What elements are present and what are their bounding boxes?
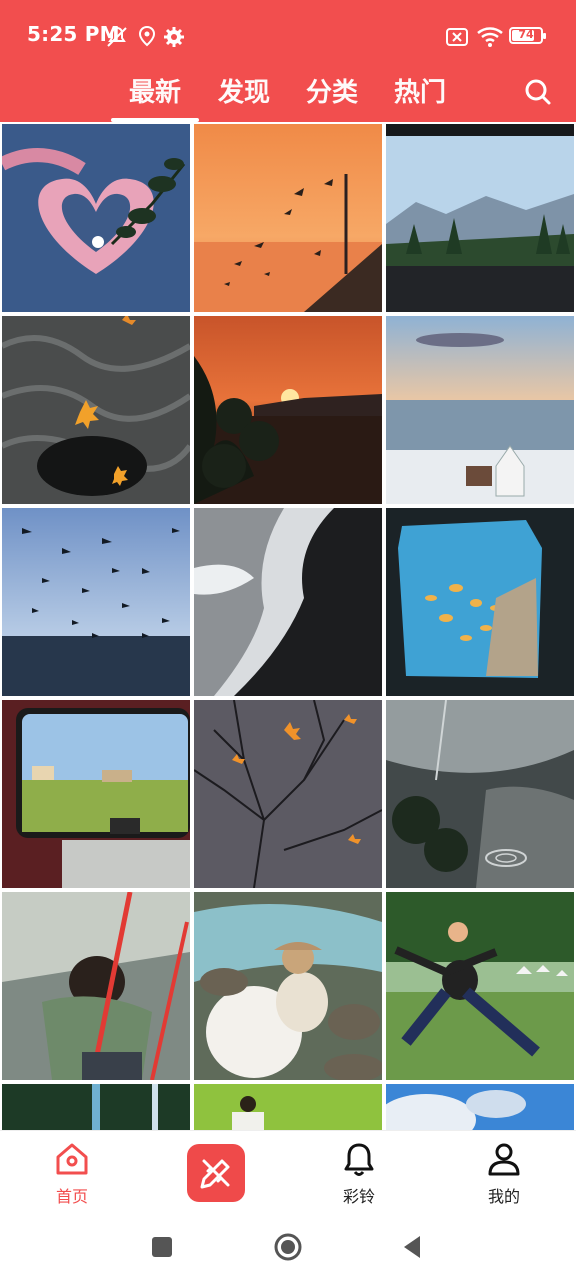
nav-home-label: 首页 xyxy=(55,1187,88,1206)
tab-latest[interactable]: 最新 xyxy=(110,72,200,109)
search-icon[interactable] xyxy=(522,76,554,108)
category-tabs: 最新 发现 分类 热门 xyxy=(0,66,576,122)
wifi-icon xyxy=(477,27,503,47)
battery-level: 74 xyxy=(518,28,534,41)
heart-clouds-image[interactable] xyxy=(2,124,190,312)
pencil-ruler-icon xyxy=(200,1159,230,1189)
tab-discover[interactable]: 发现 xyxy=(199,72,289,109)
seagulls-image[interactable] xyxy=(2,508,190,696)
bottom-navigation: 首页 彩铃 我的 xyxy=(0,1130,576,1216)
wallpaper-grid xyxy=(0,122,576,1130)
blue-sky-clouds-image[interactable] xyxy=(386,1084,574,1130)
nav-ringtone-label: 彩铃 xyxy=(342,1187,375,1206)
app-header: 5:25 PM 74 最新 发现 分类 热门 xyxy=(0,0,576,122)
leaves-reflection-image[interactable] xyxy=(194,700,382,888)
train-window-mountains-image[interactable] xyxy=(386,124,574,312)
home-button-icon[interactable] xyxy=(273,1232,303,1262)
red-sunset-image[interactable] xyxy=(194,316,382,504)
autumn-leaves-water-image[interactable] xyxy=(2,316,190,504)
black-sand-wave-image[interactable] xyxy=(194,508,382,696)
girl-field-image[interactable] xyxy=(194,1084,382,1130)
bell-icon xyxy=(344,1143,374,1176)
mute-notification-icon xyxy=(107,26,127,47)
tab-hot[interactable]: 热门 xyxy=(375,72,465,109)
nav-home[interactable]: 首页 xyxy=(32,1139,112,1215)
swing-girl-image[interactable] xyxy=(2,892,190,1080)
jumping-person-image[interactable] xyxy=(386,892,574,1080)
nav-ringtone[interactable]: 彩铃 xyxy=(319,1139,399,1215)
aquarium-window-image[interactable] xyxy=(386,508,574,696)
settings-icon xyxy=(164,27,184,47)
recent-apps-icon[interactable] xyxy=(147,1232,177,1262)
dog-river-image[interactable] xyxy=(194,892,382,1080)
train-window-field-image[interactable] xyxy=(2,700,190,888)
user-icon xyxy=(488,1143,520,1176)
create-button[interactable] xyxy=(187,1144,245,1202)
no-sim-icon xyxy=(446,28,468,46)
forest-image[interactable] xyxy=(2,1084,190,1130)
sunset-birds-image[interactable] xyxy=(194,124,382,312)
tab-category[interactable]: 分类 xyxy=(287,72,377,109)
home-icon xyxy=(56,1143,88,1175)
sea-horizon-image[interactable] xyxy=(386,316,574,504)
nav-mine-label: 我的 xyxy=(487,1187,520,1206)
battery-icon: 74 xyxy=(509,27,546,44)
location-icon xyxy=(138,25,156,47)
system-navigation-bar xyxy=(0,1216,576,1280)
nav-mine[interactable]: 我的 xyxy=(464,1139,544,1215)
status-bar: 5:25 PM 74 xyxy=(0,0,576,70)
back-icon[interactable] xyxy=(398,1232,428,1262)
umbrella-rain-image[interactable] xyxy=(386,700,574,888)
